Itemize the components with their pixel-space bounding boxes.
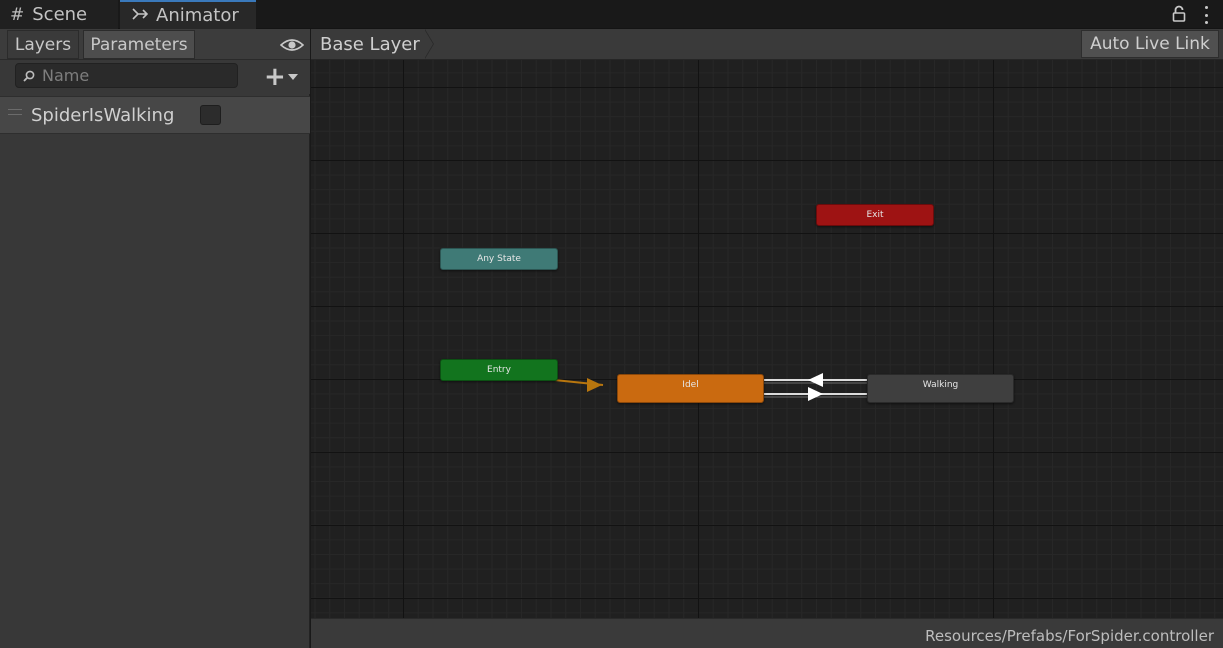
state-node-walking[interactable]: Walking [867, 374, 1014, 403]
parameter-row[interactable]: SpiderIsWalking [0, 96, 310, 134]
state-node-entry[interactable]: Entry [440, 359, 558, 381]
auto-live-link-button[interactable]: Auto Live Link [1081, 30, 1219, 58]
kebab-dot [1204, 21, 1208, 24]
plus-icon: + [264, 62, 286, 92]
hash-icon: # [10, 4, 25, 25]
state-node-idel[interactable]: Idel [617, 374, 764, 403]
tab-animator-label: Animator [156, 5, 239, 26]
parameter-search-row: + [0, 60, 310, 94]
breadcrumb-arrow [424, 29, 433, 59]
controller-path: Resources/Prefabs/ForSpider.controller [925, 627, 1214, 645]
transition-layer [534, 373, 867, 401]
animator-icon [132, 6, 149, 26]
tab-parameters[interactable]: Parameters [83, 30, 195, 59]
parameter-bool-checkbox[interactable] [200, 105, 221, 125]
animator-glyph [132, 7, 149, 20]
tab-scene-label: Scene [32, 4, 88, 25]
lock-icon[interactable] [1171, 5, 1187, 23]
parameter-name[interactable]: SpiderIsWalking [31, 105, 174, 126]
parameter-search-box[interactable] [15, 63, 238, 88]
drag-handle-icon[interactable] [8, 109, 22, 115]
add-parameter-button[interactable]: + [264, 62, 306, 92]
search-icon [23, 70, 35, 82]
kebab-dot [1204, 6, 1208, 9]
animator-graph-canvas[interactable]: Exit Any State Entry Idel Walking [311, 60, 1223, 618]
graph-toolbar: Base Layer Auto Live Link [311, 29, 1223, 60]
parameter-search-input[interactable] [42, 66, 222, 85]
transition-arrow-idel-walking [808, 387, 823, 401]
tab-layers[interactable]: Layers [7, 30, 79, 59]
breadcrumb-label: Base Layer [320, 33, 420, 55]
state-node-any-state[interactable]: Any State [440, 248, 558, 270]
tab-scene[interactable]: # Scene [0, 0, 118, 29]
breadcrumb-base-layer[interactable]: Base Layer [311, 29, 433, 59]
tab-animator[interactable]: Animator [120, 0, 256, 29]
transition-arrow-walking-idel [808, 373, 823, 387]
transition-arrow-entry-idel [587, 378, 602, 392]
status-bar: Resources/Prefabs/ForSpider.controller [311, 618, 1223, 648]
chevron-down-icon [287, 74, 298, 80]
state-node-exit[interactable]: Exit [816, 204, 934, 226]
kebab-dot [1204, 13, 1208, 17]
kebab-menu-icon[interactable] [1203, 6, 1209, 24]
left-panel-toolbar: Layers Parameters [0, 29, 310, 60]
left-panel: Layers Parameters + SpiderIsWalking [0, 29, 310, 648]
eye-icon[interactable] [280, 37, 304, 53]
window-tab-bar: # Scene Animator [0, 0, 1223, 29]
